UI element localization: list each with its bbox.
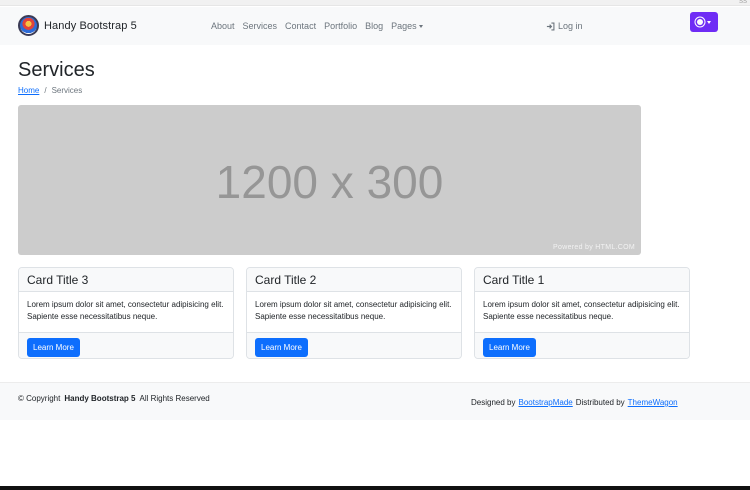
footer: © Copyright Handy Bootstrap 5 All Rights… — [0, 382, 750, 420]
corner-mark: SS — [738, 0, 747, 5]
card-text: Lorem ipsum dolor sit amet, consectetur … — [255, 300, 452, 321]
card-footer: Learn More — [247, 332, 461, 358]
card-title: Card Title 2 — [247, 268, 461, 292]
nav-dropdown-pages-label: Pages — [391, 21, 417, 31]
card-text: Lorem ipsum dolor sit amet, consectetur … — [483, 300, 680, 321]
nav-link-portfolio[interactable]: Portfolio — [324, 21, 357, 31]
nav-links: About Services Contact Portfolio Blog Pa… — [211, 21, 431, 31]
brand-link[interactable]: Handy Bootstrap 5 — [18, 15, 137, 36]
nav-link-about[interactable]: About — [211, 21, 235, 31]
page-title: Services — [18, 59, 95, 81]
card-footer: Learn More — [19, 332, 233, 358]
copyright-prefix: © Copyright — [18, 394, 61, 403]
theme-toggle-button[interactable] — [690, 12, 718, 32]
copyright-suffix: All Rights Reserved — [139, 394, 210, 403]
window-top-strip: SS — [0, 0, 750, 6]
designed-by-label: Designed by — [471, 398, 516, 407]
hero-placeholder-text: 1200 x 300 — [215, 156, 444, 208]
card: Card Title 3 Lorem ipsum dolor sit amet,… — [18, 267, 234, 359]
nav-link-blog[interactable]: Blog — [365, 21, 383, 31]
breadcrumb-separator: / — [44, 86, 47, 95]
learn-more-button[interactable]: Learn More — [483, 338, 536, 357]
login-label: Log in — [558, 21, 583, 31]
nav-link-contact[interactable]: Contact — [285, 21, 316, 31]
caret-down-icon — [418, 24, 423, 28]
login-link[interactable]: Log in — [546, 21, 583, 31]
themewagon-link[interactable]: ThemeWagon — [628, 398, 678, 407]
card-footer: Learn More — [475, 332, 689, 358]
nav-dropdown-pages[interactable]: Pages — [391, 21, 423, 31]
copyright: © Copyright Handy Bootstrap 5 All Rights… — [18, 394, 210, 403]
distributed-by-label: Distributed by — [575, 398, 625, 407]
breadcrumb-home-link[interactable]: Home — [18, 86, 39, 95]
navbar: Handy Bootstrap 5 About Services Contact… — [0, 7, 750, 45]
bootstrapmade-link[interactable]: BootstrapMade — [518, 398, 572, 407]
nav-link-services[interactable]: Services — [243, 21, 278, 31]
footer-credits: Designed by BootstrapMade Distributed by… — [471, 398, 681, 407]
login-icon — [546, 22, 555, 30]
card-title: Card Title 1 — [475, 268, 689, 292]
learn-more-button[interactable]: Learn More — [27, 338, 80, 357]
learn-more-button[interactable]: Learn More — [255, 338, 308, 357]
breadcrumb-current: Services — [51, 86, 83, 95]
card-text: Lorem ipsum dolor sit amet, consectetur … — [27, 300, 224, 321]
brand-name: Handy Bootstrap 5 — [44, 19, 137, 32]
bottom-edge-bar — [0, 486, 750, 490]
copyright-brand: Handy Bootstrap 5 — [64, 394, 136, 403]
card: Card Title 2 Lorem ipsum dolor sit amet,… — [246, 267, 462, 359]
hero-credit: Powered by HTML.COM — [553, 244, 635, 251]
card-title: Card Title 3 — [19, 268, 233, 292]
sun-icon — [697, 19, 703, 25]
brand-logo-icon — [18, 15, 39, 36]
card: Card Title 1 Lorem ipsum dolor sit amet,… — [474, 267, 690, 359]
breadcrumb: Home / Services — [18, 86, 82, 95]
caret-down-icon — [707, 20, 711, 24]
hero-placeholder-image: 1200 x 300 Powered by HTML.COM — [18, 105, 641, 255]
